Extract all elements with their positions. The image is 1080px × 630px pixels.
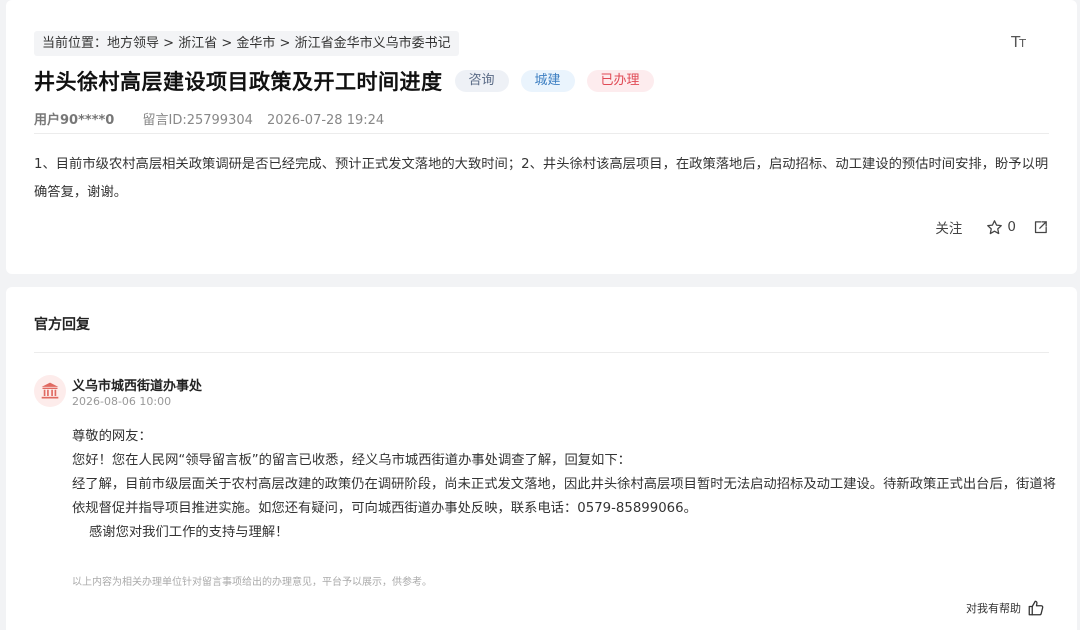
official-reply-card: 官方回复 义乌市城西街道办事处 2026-08-06 10:00 尊敬的网友： … — [6, 287, 1077, 630]
status-badge: 已办理 — [586, 70, 654, 92]
reply-paragraph: 您好！您在人民网“领导留言板”的留言已收悉，经义乌市城西街道办事处调查了解，回复… — [72, 453, 631, 468]
disclaimer: 以上内容为相关办理单位针对留言事项给出的办理意见，平台予以展示，供参考。 — [72, 577, 432, 588]
reply-closing: 感谢您对我们工作的支持与理解！ — [89, 525, 289, 540]
reply-department: 义乌市城西街道办事处 — [72, 379, 203, 394]
star-button[interactable]: 0 — [986, 219, 1016, 236]
breadcrumb-item-jinhua[interactable]: 金华市 — [236, 36, 275, 51]
post-actions: 关注 0 — [935, 217, 1049, 237]
follow-button[interactable]: 关注 — [935, 217, 962, 237]
breadcrumb-item-zhejiang[interactable]: 浙江省 — [178, 36, 217, 51]
avatar — [34, 375, 66, 407]
tag-consult: 咨询 — [454, 70, 509, 92]
divider — [34, 133, 1049, 134]
post-user: 用户90****0 — [34, 113, 115, 128]
breadcrumb-separator: > — [217, 36, 237, 51]
tag-urban-construction: 城建 — [520, 70, 575, 92]
share-button[interactable] — [1032, 219, 1049, 236]
message-content: 1、目前市级农村高层相关政策调研是否已经完成、预计正式发文落地的大致时间；2、井… — [34, 157, 1049, 200]
font-size-small-t: T — [1019, 37, 1026, 50]
post-meta: 用户90****0 留言ID:25799304 2026-07-28 19:24 — [34, 109, 384, 128]
message-card: 当前位置：地方领导 > 浙江省 > 金华市 > 浙江省金华市义乌市委书记 TT … — [6, 0, 1077, 274]
divider — [34, 352, 1049, 353]
breadcrumb-item-local-leaders[interactable]: 地方领导 — [107, 36, 159, 51]
reply-body: 尊敬的网友： 您好！您在人民网“领导留言板”的留言已收悉，经义乌市城西街道办事处… — [72, 425, 1056, 545]
font-size-icon[interactable]: TT — [1011, 33, 1026, 51]
breadcrumb: 当前位置：地方领导 > 浙江省 > 金华市 > 浙江省金华市义乌市委书记 — [34, 31, 459, 56]
reply-paragraph: 经了解，目前市级层面关于农村高层改建的政策仍在调研阶段，尚未正式发文落地，因此井… — [72, 477, 1056, 516]
breadcrumb-separator: > — [159, 36, 179, 51]
breadcrumb-item-yiwu-secretary[interactable]: 浙江省金华市义乌市委书记 — [295, 36, 451, 51]
reply-datetime: 2026-08-06 10:00 — [72, 395, 172, 408]
helpful-button[interactable]: 对我有帮助 — [966, 599, 1045, 617]
message-id: 留言ID:25799304 — [142, 113, 253, 128]
star-icon — [987, 219, 1003, 234]
page-title: 井头徐村高层建设项目政策及开工时间进度 — [34, 70, 443, 94]
government-building-icon — [41, 382, 59, 399]
breadcrumb-prefix: 当前位置： — [42, 36, 108, 51]
star-count: 0 — [1007, 219, 1016, 235]
share-icon — [1034, 220, 1047, 233]
thumbs-up-icon — [1028, 600, 1044, 616]
helpful-label: 对我有帮助 — [966, 602, 1021, 615]
post-datetime: 2026-07-28 19:24 — [267, 113, 385, 128]
reply-greeting: 尊敬的网友： — [72, 429, 152, 444]
title-row: 井头徐村高层建设项目政策及开工时间进度 咨询 城建 已办理 — [34, 64, 654, 98]
breadcrumb-separator: > — [275, 36, 295, 51]
section-title: 官方回复 — [34, 317, 90, 333]
